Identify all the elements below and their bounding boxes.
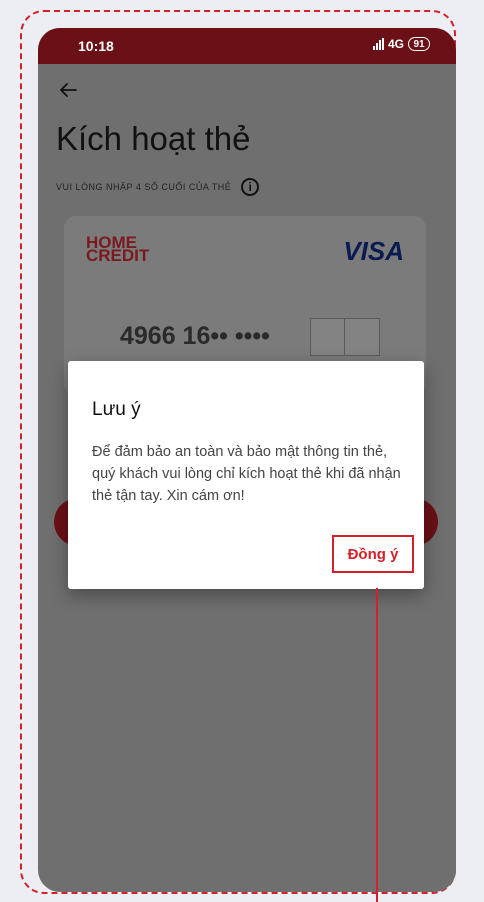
subtitle-row: VUI LÒNG NHẬP 4 SỐ CUỐI CỦA THẺ i: [56, 178, 260, 196]
digit-input-2[interactable]: [344, 318, 380, 356]
instruction-text: VUI LÒNG NHẬP 4 SỐ CUỐI CỦA THẺ: [56, 182, 232, 192]
battery-icon: 91: [408, 37, 430, 51]
annotation-pointer-line: [376, 588, 378, 902]
dialog-message: Để đảm bảo an toàn và bảo mật thông tin …: [92, 444, 401, 504]
signal-icon: [372, 38, 384, 50]
phone-screen: 10:18 4G 91 Kích hoạt thẻ VUI LÒNG NHẬP …: [38, 28, 456, 892]
dialog-title: Lưu ý: [92, 399, 141, 420]
page-title: Kích hoạt thẻ: [56, 120, 251, 157]
network-type: 4G: [387, 37, 404, 51]
status-indicators: 4G 91: [372, 37, 430, 51]
confirm-button[interactable]: Đồng ý: [332, 535, 414, 573]
back-arrow-icon[interactable]: [56, 78, 80, 102]
status-time: 10:18: [78, 38, 114, 54]
status-bar: 10:18 4G 91: [38, 28, 456, 64]
info-icon[interactable]: i: [241, 178, 260, 196]
masked-card-number: 4966 16•• ••••: [120, 322, 270, 350]
home-credit-logo: HOME CREDIT: [86, 233, 150, 265]
digit-input-1[interactable]: [310, 318, 346, 356]
visa-logo: VISA: [343, 236, 404, 266]
notice-dialog: Lưu ý Để đảm bảo an toàn và bảo mật thôn…: [68, 361, 424, 589]
